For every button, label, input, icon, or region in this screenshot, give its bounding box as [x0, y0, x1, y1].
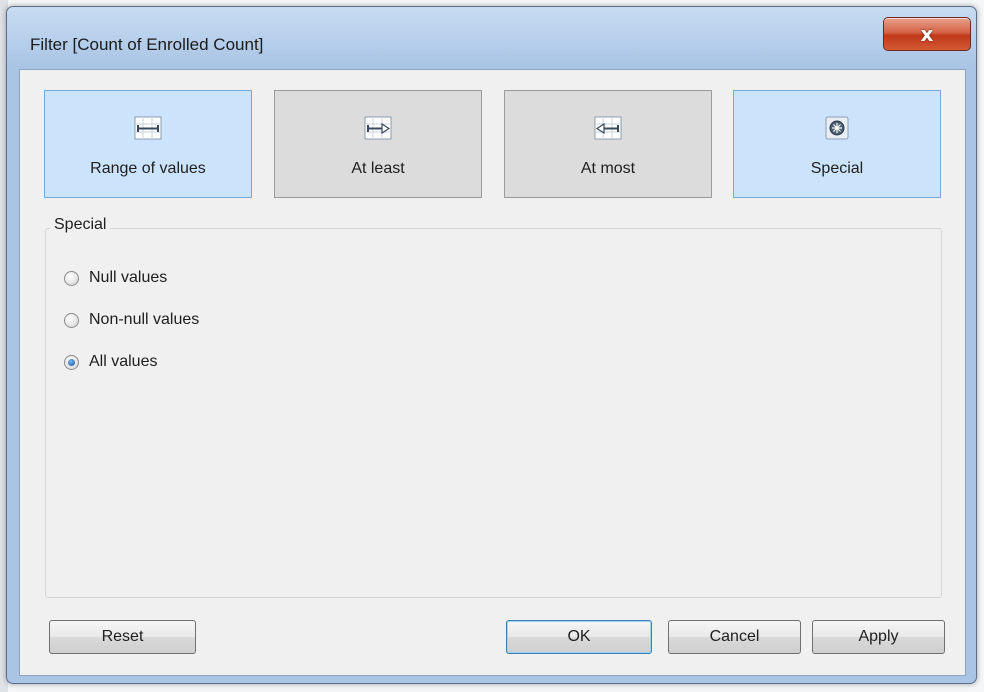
dialog-title: Filter [Count of Enrolled Count]: [30, 35, 264, 54]
radio-non-null-values[interactable]: Non-null values: [64, 308, 199, 332]
radio-all-values[interactable]: All values: [64, 350, 157, 374]
ok-button[interactable]: OK: [506, 620, 652, 654]
reset-button[interactable]: Reset: [49, 620, 196, 654]
filter-dialog: Filter [Count of Enrolled Count] x Range…: [6, 6, 977, 684]
radio-all-values-label[interactable]: All values: [89, 353, 157, 371]
tab-range-of-values-label: Range of values: [90, 160, 206, 177]
tab-special-label: Special: [810, 160, 864, 177]
radio-null-values-label[interactable]: Null values: [89, 269, 167, 287]
radio-non-null-values-label[interactable]: Non-null values: [89, 311, 199, 329]
dialog-content: Range of values At least At most Special…: [19, 69, 966, 676]
tab-at-least[interactable]: At least: [274, 90, 482, 198]
tab-range-of-values[interactable]: Range of values: [44, 90, 252, 198]
special-icon: [825, 116, 849, 140]
special-group-label: Special: [50, 216, 111, 234]
tab-at-most[interactable]: At most: [504, 90, 712, 198]
title-bar[interactable]: Filter [Count of Enrolled Count] x: [7, 7, 976, 69]
cancel-button[interactable]: Cancel: [668, 620, 801, 654]
tab-special[interactable]: Special: [733, 90, 941, 198]
at-most-icon: [594, 116, 622, 140]
radio-null-values[interactable]: Null values: [64, 266, 167, 290]
tab-at-least-label: At least: [351, 160, 405, 177]
range-of-values-icon: [134, 116, 162, 140]
apply-button[interactable]: Apply: [812, 620, 945, 654]
radio-all-values-button[interactable]: [64, 354, 79, 370]
radio-null-values-button[interactable]: [64, 270, 79, 286]
tab-at-most-label: At most: [580, 160, 636, 177]
close-icon: x: [920, 22, 934, 46]
at-least-icon: [364, 116, 392, 140]
close-button[interactable]: x: [883, 17, 971, 51]
special-group-box: [45, 228, 942, 598]
radio-non-null-values-button[interactable]: [64, 312, 79, 328]
